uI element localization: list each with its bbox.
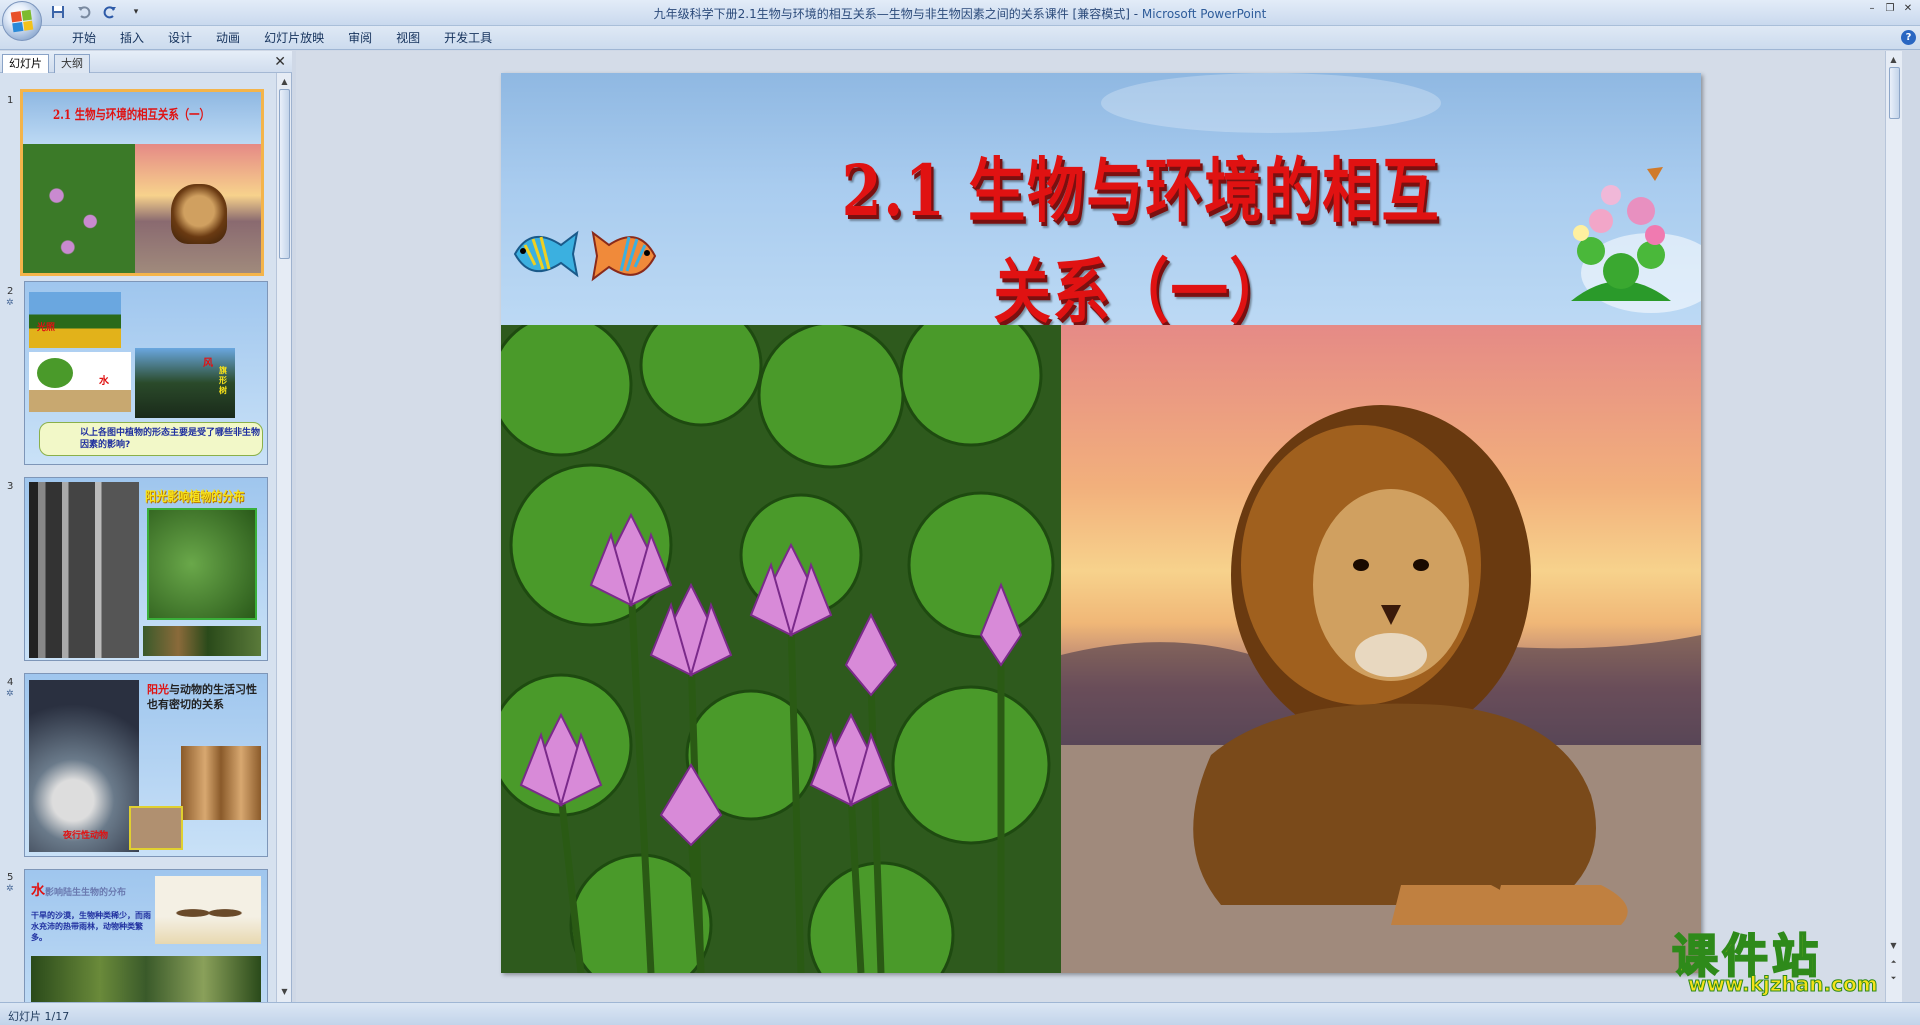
slide-thumbnail-1[interactable]: 2.1 生物与环境的相互关系（一） (20, 89, 264, 276)
tab-slides[interactable]: 幻灯片 (2, 54, 49, 73)
app-name: Microsoft PowerPoint (1141, 7, 1267, 21)
watermark-url: www.kjzhan.com (1688, 972, 1879, 997)
thumb-plant-image (147, 508, 257, 620)
office-logo-icon (10, 9, 34, 33)
thumb-soil (29, 390, 131, 412)
scroll-down-icon[interactable]: ▼ (278, 985, 291, 999)
tab-slideshow[interactable]: 幻灯片放映 (252, 30, 336, 48)
tab-review[interactable]: 审阅 (336, 30, 384, 48)
window-controls: – ❐ ✕ (1864, 2, 1916, 16)
tab-developer[interactable]: 开发工具 (432, 30, 504, 48)
animation-star-icon: ✲ (6, 298, 14, 308)
slide-thumbnail-5[interactable]: 水影响陆生生物的分布 干旱的沙漠，生物种类稀少，而雨水充沛的热带雨林，动物种类繁… (24, 869, 268, 1002)
tab-outline[interactable]: 大纲 (54, 54, 90, 73)
cloud-shape (1101, 73, 1441, 133)
office-button[interactable] (2, 1, 42, 41)
fish-icon (591, 230, 657, 282)
thumbnail-number: 3 (7, 481, 14, 492)
thumb-lion-image (135, 144, 261, 273)
slides-pane: 幻灯片 大纲 ✕ 1 2.1 生物与环境的相互关系（一） 2 ✲ 光照 水 风 … (0, 51, 292, 1002)
thumb-lion-shape (171, 184, 227, 244)
thumb-tree-crown (37, 358, 73, 388)
thumb-rainforest-image (31, 956, 261, 1002)
scroll-up-icon[interactable]: ▲ (1887, 53, 1900, 67)
title-separator: - (1129, 7, 1142, 21)
thumb-title: 2.1 生物与环境的相互关系（一） (53, 108, 210, 123)
status-bar: 幻灯片 1/17 (0, 1002, 1920, 1025)
thumb-body: 干旱的沙漠，生物种类稀少，而雨水充沛的热带雨林，动物种类繁多。 (31, 911, 151, 942)
lotus-photo[interactable] (501, 325, 1061, 973)
ribbon: 开始 插入 设计 动画 幻灯片放映 审阅 视图 开发工具 ? (0, 26, 1920, 50)
thumb-text: 阳光与动物的生活习性也有密切的关系 (147, 682, 263, 712)
thumb-caption: 夜行性动物 (63, 831, 109, 841)
lotus-illustration (501, 325, 1055, 973)
slide-editor: 2.1 生物与环境的相互关系（一） ▲ ▼ ⏶ ⏷ (296, 51, 1902, 1002)
animation-star-icon: ✲ (6, 884, 14, 894)
tab-home[interactable]: 开始 (60, 30, 108, 48)
lion-photo[interactable] (1061, 325, 1701, 973)
thumb-label-water: 水 (99, 376, 109, 387)
tab-view[interactable]: 视图 (384, 30, 432, 48)
animation-star-icon: ✲ (6, 689, 14, 699)
thumb-sunflower-image: 光照 (29, 292, 121, 348)
slide-thumbnail-4[interactable]: 夜行性动物 阳光与动物的生活习性也有密切的关系 (24, 673, 268, 857)
document-title: 九年级科学下册2.1生物与环境的相互关系—生物与非生物因素之间的关系课件 [兼容… (653, 7, 1130, 21)
title-bar: ▾ 九年级科学下册2.1生物与环境的相互关系—生物与非生物因素之间的关系课件 [… (0, 0, 1920, 41)
scroll-up-icon[interactable]: ▲ (278, 75, 291, 89)
fish-icon (513, 230, 579, 278)
thumb-wind-tree-image: 风 旗形树 (135, 348, 235, 418)
watermark-logo: 课件站 www.kjzhan.com (1668, 920, 1900, 1000)
thumb-camel-shapes (169, 900, 249, 926)
thumb-animal-image (129, 806, 183, 850)
slide-canvas[interactable]: 2.1 生物与环境的相互关系（一） (501, 73, 1701, 973)
thumb-title-char: 水 (31, 883, 45, 899)
thumb-small-images (143, 626, 261, 656)
thumb-text-highlight: 阳光 (147, 683, 169, 696)
thumb-label-wind2: 旗形树 (219, 366, 227, 395)
close-icon[interactable]: ✕ (1900, 2, 1916, 16)
thumb-title: 阳光影响植物的分布 (145, 490, 245, 505)
thumb-question-box: 以上各图中植物的形态主要是受了哪些非生物因素的影响? (39, 422, 263, 456)
tab-insert[interactable]: 插入 (108, 30, 156, 48)
thumb-lotus-image (23, 144, 135, 273)
slide-counter: 幻灯片 1/17 (8, 1010, 70, 1023)
window-title: 九年级科学下册2.1生物与环境的相互关系—生物与非生物因素之间的关系课件 [兼容… (0, 5, 1920, 22)
thumb-label-sun: 光照 (37, 323, 56, 333)
scrollbar-thumb[interactable] (279, 89, 290, 259)
pane-tabs: 幻灯片 大纲 ✕ (0, 51, 292, 73)
thumbnail-number: 4 (7, 677, 14, 688)
slide-title[interactable]: 2.1 生物与环境的相互关系（一） (813, 135, 1469, 337)
thumb-opossum-image: 夜行性动物 (29, 680, 139, 852)
thumb-forest-image (29, 482, 139, 658)
thumbnail-number: 2 (7, 286, 14, 297)
thumb-label-wind: 风 (203, 358, 213, 369)
thumbnail-list: 1 2.1 生物与环境的相互关系（一） 2 ✲ 光照 水 风 旗形树 以上各图中… (0, 73, 276, 1002)
thumbnail-number: 5 (7, 872, 14, 883)
thumb-camel-image (155, 876, 261, 944)
lion-illustration (1061, 405, 1701, 973)
thumb-question: 以上各图中植物的形态主要是受了哪些非生物因素的影响? (80, 428, 261, 450)
tab-animations[interactable]: 动画 (204, 30, 252, 48)
help-icon[interactable]: ? (1901, 30, 1916, 45)
slide-thumbnail-2[interactable]: 光照 水 风 旗形树 以上各图中植物的形态主要是受了哪些非生物因素的影响? (24, 281, 268, 465)
slide-thumbnail-3[interactable]: 阳光影响植物的分布 (24, 477, 268, 661)
thumb-tree-image: 水 (29, 352, 131, 412)
thumb-title-rest: 影响陆生生物的分布 (45, 888, 127, 898)
flower-bouquet-icon (1571, 167, 1671, 301)
thumb-title: 水影响陆生生物的分布 (31, 880, 126, 900)
thumb-owl-image (181, 746, 261, 820)
thumbnail-scrollbar[interactable]: ▲ ▼ (276, 73, 291, 1002)
tab-design[interactable]: 设计 (156, 30, 204, 48)
scrollbar-thumb[interactable] (1889, 67, 1900, 119)
slide-header-band: 2.1 生物与环境的相互关系（一） (501, 73, 1701, 333)
ribbon-tabs: 开始 插入 设计 动画 幻灯片放映 审阅 视图 开发工具 (60, 30, 504, 48)
thumbnail-number: 1 (7, 95, 14, 106)
restore-icon[interactable]: ❐ (1882, 2, 1898, 16)
editor-scrollbar[interactable]: ▲ ▼ ⏶ ⏷ (1885, 51, 1902, 1002)
minimize-icon[interactable]: – (1864, 2, 1880, 16)
pane-close-icon[interactable]: ✕ (274, 54, 286, 70)
